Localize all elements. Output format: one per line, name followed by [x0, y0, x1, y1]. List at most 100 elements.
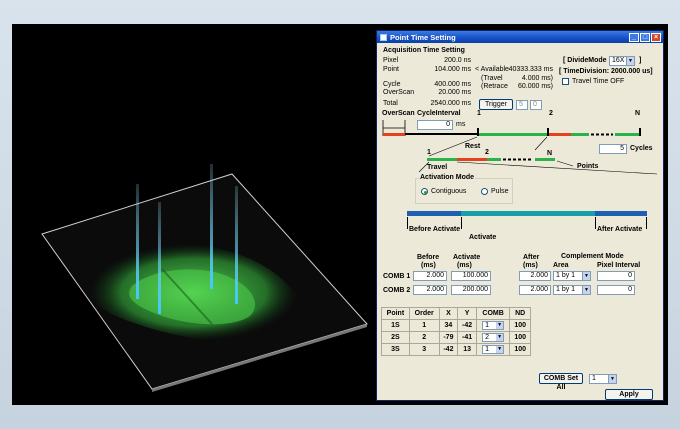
laser-beam-4	[235, 186, 238, 304]
comb-2-interval-input[interactable]: 0	[597, 285, 635, 295]
comb-set-all-button[interactable]: COMB Set All	[539, 373, 583, 391]
cycles-label: Cycles	[630, 145, 653, 152]
band-tick-end	[646, 217, 647, 229]
comb-select[interactable]: 1 ▼	[482, 345, 505, 354]
maximize-icon[interactable]: □	[640, 32, 650, 42]
comb-1-label: COMB 1	[383, 273, 411, 280]
comb-select-value: 1	[485, 346, 490, 353]
available-label: < Available	[475, 66, 509, 73]
overscan-label: OverScan	[383, 89, 415, 96]
col-x: X	[438, 307, 459, 320]
total-value: 2540.000 ms	[430, 100, 471, 107]
overscan-value: 20.000 ms	[438, 89, 471, 96]
laser-beam-1	[136, 184, 139, 299]
comb-2-area-select[interactable]: 1 by 1 ▼	[553, 285, 591, 295]
nd-cell: 100	[509, 343, 531, 356]
comb-select-value: 1	[485, 322, 490, 329]
after-activate-band	[595, 211, 647, 216]
points-label: Points	[577, 163, 599, 170]
laser-beam-3	[210, 164, 213, 289]
pixel-interval-header: Pixel Interval	[597, 262, 641, 269]
order-cell: 1	[408, 319, 440, 332]
activate-band	[461, 211, 595, 216]
point-cell: 1S	[381, 319, 410, 332]
point-cell: 3S	[381, 343, 410, 356]
activation-mode-title: Activation Mode	[419, 174, 476, 182]
viewer-frame: Point Time Setting _ □ × Acquisition Tim…	[12, 24, 668, 405]
time-division-text: [ TimeDivision: 2000.000 us]	[559, 68, 653, 75]
cycles-input[interactable]: 5	[599, 144, 627, 154]
col-y: Y	[457, 307, 477, 320]
comb-1-before-input[interactable]: 2.000	[413, 271, 447, 281]
dropdown-arrow-icon: ▼	[496, 322, 504, 329]
pulse-label: Pulse	[491, 188, 509, 195]
dropdown-arrow-icon: ▼	[496, 346, 504, 353]
before-header: Before	[417, 254, 440, 261]
pixel-label: Pixel	[383, 57, 399, 64]
y-cell: -42	[457, 319, 477, 332]
col-nd: ND	[509, 307, 531, 320]
table-row[interactable]: 2S 2 -79 -41 2 ▼ 100	[381, 331, 531, 344]
travel-marker-label: Travel	[427, 164, 448, 171]
sub-mark-n: N	[547, 150, 553, 157]
comb-cell[interactable]: 1 ▼	[475, 343, 511, 356]
apply-button[interactable]: Apply	[605, 389, 653, 400]
band-tick-left	[407, 217, 408, 229]
travel-value: 4.000 ms)	[521, 75, 553, 82]
comb-2-after-input[interactable]: 2.000	[519, 285, 551, 295]
table-row[interactable]: 1S 1 34 -42 1 ▼ 100	[381, 319, 531, 332]
comb-select[interactable]: 2 ▼	[482, 333, 505, 342]
sub-mark-1: 1	[427, 149, 431, 156]
dropdown-arrow-icon: ▼	[496, 334, 504, 341]
col-order: Order	[408, 307, 440, 320]
activate-header: Activate	[453, 254, 481, 261]
trigger-button[interactable]: Trigger	[479, 99, 513, 110]
minimize-icon[interactable]: _	[629, 32, 639, 42]
total-label: Total	[383, 100, 398, 107]
dropdown-arrow-icon: ▼	[582, 272, 590, 280]
comb-2-activate-input[interactable]: 200.000	[451, 285, 491, 295]
activate-label: Activate	[469, 234, 497, 241]
comb-1-interval-input[interactable]: 0	[597, 271, 635, 281]
title-bar[interactable]: Point Time Setting _ □ ×	[377, 31, 663, 43]
comb-1-activate-input[interactable]: 100.000	[451, 271, 491, 281]
order-cell: 2	[408, 331, 440, 344]
travel-time-checkbox[interactable]	[562, 78, 569, 85]
rest-label: Rest	[465, 143, 481, 150]
trigger-box-2[interactable]: 0	[530, 100, 542, 110]
dropdown-arrow-icon: ▼	[608, 375, 616, 383]
nd-cell: 100	[509, 319, 531, 332]
before-activate-band	[407, 211, 461, 216]
contiguous-label: Contiguous	[431, 188, 467, 195]
trigger-box-1[interactable]: 5	[516, 100, 528, 110]
sub-mark-2: 2	[485, 149, 489, 156]
table-row[interactable]: 3S 3 -42 13 1 ▼ 100	[381, 343, 531, 356]
comb-1-area-select[interactable]: 1 by 1 ▼	[553, 271, 591, 281]
x-cell: 34	[438, 319, 459, 332]
retrace-label: (Retrace	[481, 83, 508, 90]
window-icon	[380, 33, 387, 41]
y-cell: 13	[457, 343, 477, 356]
comb-2-before-input[interactable]: 2.000	[413, 285, 447, 295]
close-icon[interactable]: ×	[651, 32, 661, 42]
comb-cell[interactable]: 2 ▼	[475, 331, 511, 344]
comb-2-label: COMB 2	[383, 287, 411, 294]
y-cell: -41	[457, 331, 477, 344]
before-activate-label: Before Activate	[409, 226, 461, 233]
before-unit: (ms)	[421, 262, 436, 269]
divide-mode-select[interactable]: 16X ▼	[609, 56, 635, 66]
laser-beam-2	[158, 202, 161, 314]
col-point: Point	[381, 307, 410, 320]
pulse-radio[interactable]	[481, 188, 488, 195]
comb-select[interactable]: 1 ▼	[482, 321, 505, 330]
comb-set-all-select[interactable]: 1 ▼	[589, 374, 617, 384]
complement-mode-header: Complement Mode	[561, 253, 624, 260]
area-header: Area	[553, 262, 569, 269]
activation-band	[407, 211, 647, 216]
point-label: Point	[383, 66, 399, 73]
point-cell: 2S	[381, 331, 410, 344]
comb-1-after-input[interactable]: 2.000	[519, 271, 551, 281]
comb-cell[interactable]: 1 ▼	[475, 319, 511, 332]
comb-select-value: 2	[485, 334, 490, 341]
contiguous-radio[interactable]	[421, 188, 428, 195]
